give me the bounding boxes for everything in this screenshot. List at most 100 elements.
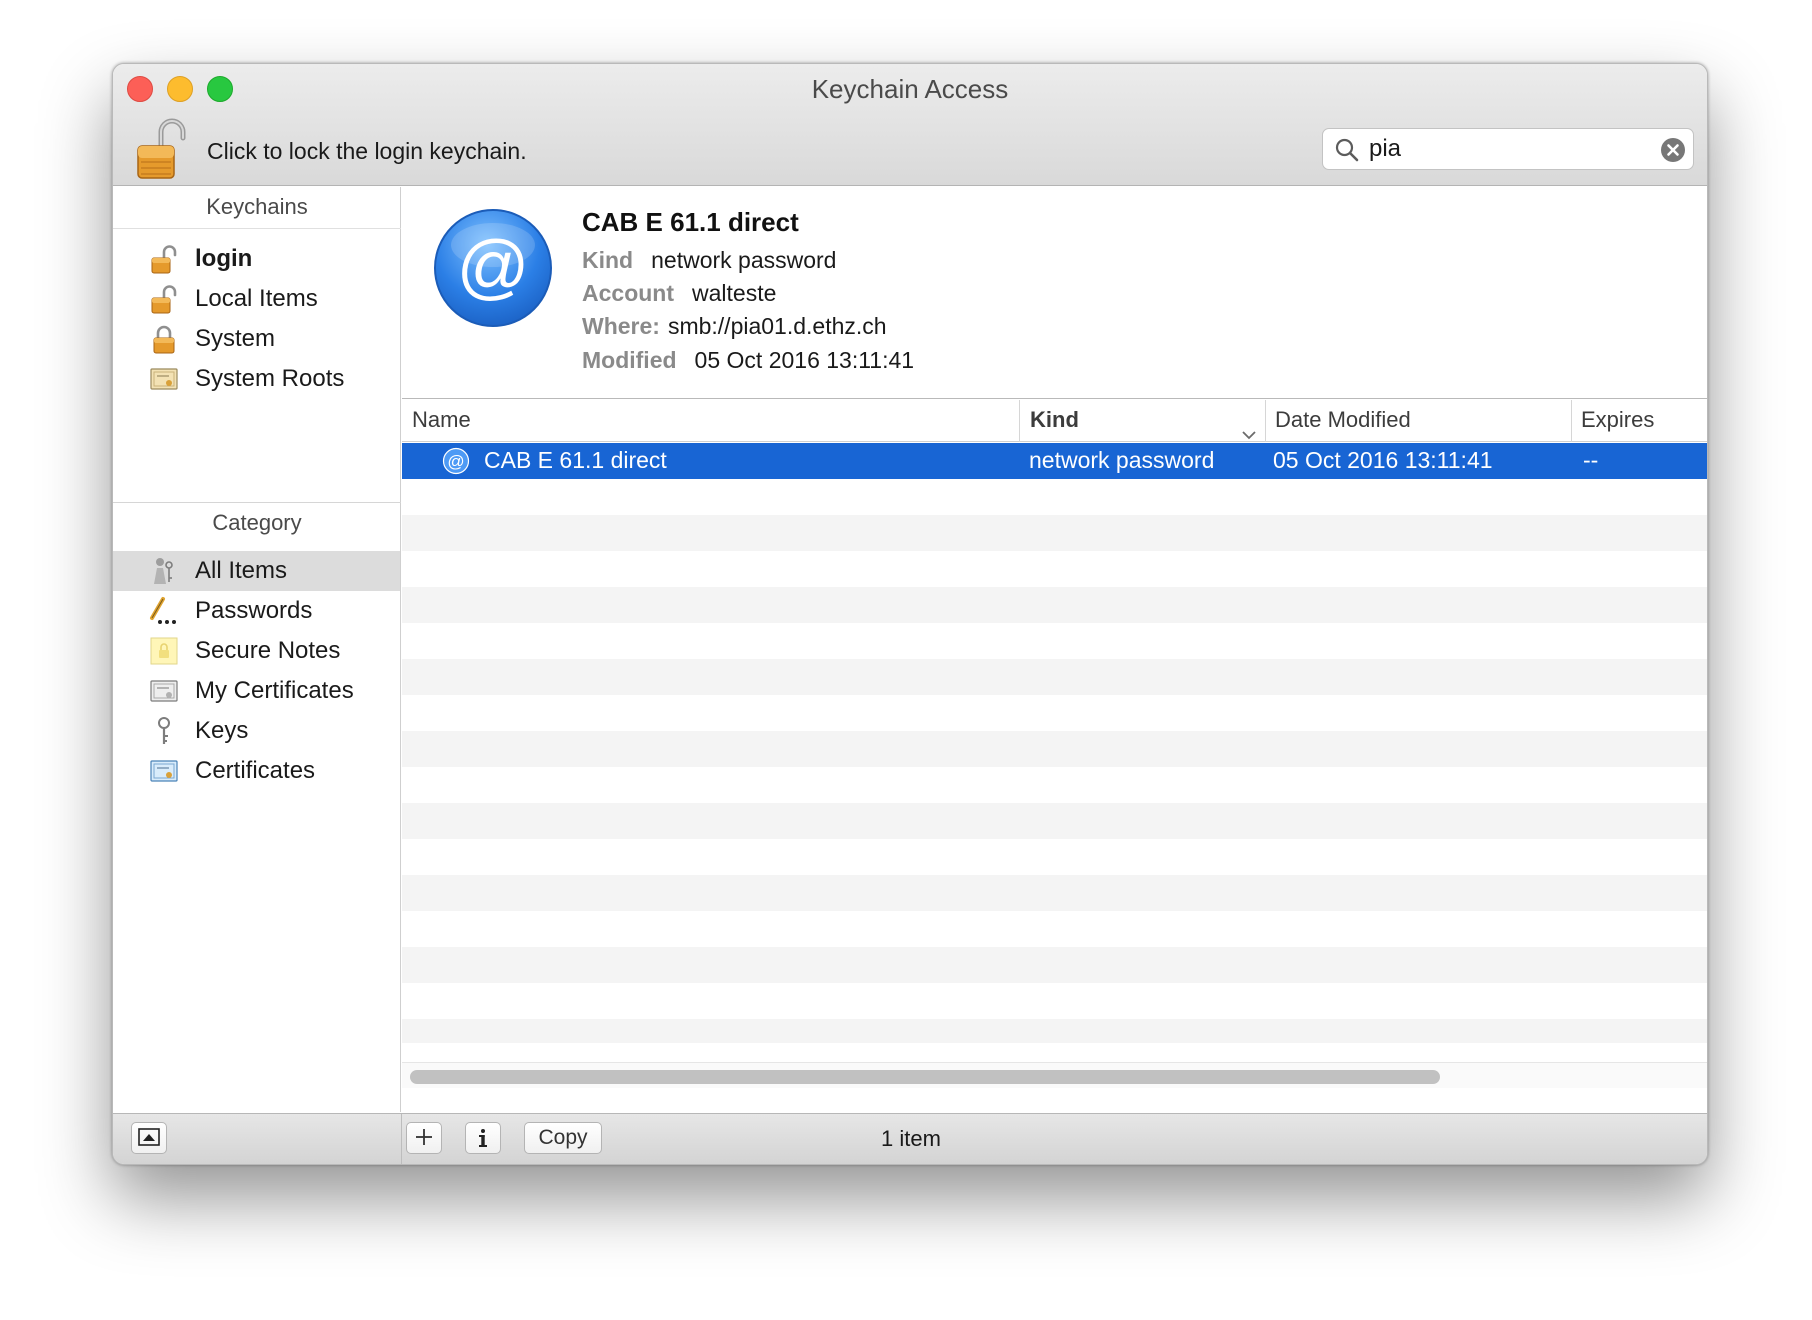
- sidebar: Keychains login Local Items System Syste…: [113, 187, 401, 1112]
- empty-row: [402, 911, 1707, 947]
- sidebar-item-label: Certificates: [195, 757, 316, 784]
- search-icon: [1334, 137, 1360, 163]
- add-item-button[interactable]: [406, 1122, 442, 1154]
- empty-row: [402, 587, 1707, 623]
- search-field[interactable]: [1322, 128, 1694, 170]
- detail-key: Kind: [582, 247, 634, 273]
- detail-kind-row: Kind network password: [582, 247, 836, 274]
- empty-row: [402, 695, 1707, 731]
- get-info-button[interactable]: [465, 1122, 501, 1154]
- empty-row: [402, 875, 1707, 911]
- detail-value: 05 Oct 2016 13:11:41: [694, 347, 915, 373]
- sidebar-item-system[interactable]: System: [113, 319, 400, 359]
- empty-row: [402, 947, 1707, 983]
- plus-icon: [415, 1128, 433, 1151]
- item-detail-pane: @ CAB E 61.1 direct Kind network password…: [402, 187, 1707, 399]
- detail-title: CAB E 61.1 direct: [582, 207, 799, 237]
- sidebar-item-keys[interactable]: Keys: [113, 711, 400, 751]
- empty-row: [402, 623, 1707, 659]
- toggle-sidebar-button[interactable]: [131, 1122, 167, 1154]
- at-sign-icon: @: [442, 447, 470, 475]
- empty-row: [402, 767, 1707, 803]
- empty-row: [402, 839, 1707, 875]
- detail-value: smb://pia01.d.ethz.ch: [667, 313, 887, 339]
- cell-expires: --: [1583, 447, 1599, 473]
- svg-text:@: @: [447, 452, 464, 471]
- keychains-header: Keychains: [113, 187, 401, 229]
- empty-row: [402, 515, 1707, 551]
- empty-row: [402, 731, 1707, 767]
- cell-kind: network password: [1029, 447, 1215, 473]
- pencil-password-icon: [149, 596, 179, 626]
- empty-row: [402, 479, 1707, 515]
- horizontal-scrollbar[interactable]: [402, 1062, 1707, 1088]
- sidebar-item-label: Passwords: [195, 597, 313, 624]
- keychain-access-window: Keychain Access Click to lock the login …: [112, 63, 1708, 1165]
- unlocked-padlock-icon: [149, 284, 179, 314]
- unlocked-padlock-icon: [149, 244, 179, 274]
- cell-name: CAB E 61.1 direct: [484, 447, 667, 473]
- table-row[interactable]: @ CAB E 61.1 direct network password 05 …: [402, 443, 1707, 479]
- sidebar-item-label: Keys: [195, 717, 249, 744]
- search-input[interactable]: [1369, 134, 1649, 164]
- cell-date-modified: 05 Oct 2016 13:11:41: [1273, 447, 1493, 473]
- sidebar-item-my-certificates[interactable]: My Certificates: [113, 671, 400, 711]
- sidebar-item-passwords[interactable]: Passwords: [113, 591, 400, 631]
- sidebar-item-local-items[interactable]: Local Items: [113, 279, 400, 319]
- sidebar-item-all-items[interactable]: All Items: [113, 551, 400, 591]
- column-header-date-modified[interactable]: Date Modified: [1267, 400, 1572, 442]
- horizontal-scrollbar-thumb[interactable]: [410, 1070, 1440, 1084]
- clear-search-icon[interactable]: [1660, 137, 1686, 163]
- column-header-kind[interactable]: Kind: [1021, 400, 1266, 442]
- sidebar-item-label: My Certificates: [195, 677, 354, 704]
- show-hide-sidebar-icon: [138, 1128, 160, 1151]
- empty-row: [402, 983, 1707, 1019]
- sidebar-item-label: login: [195, 245, 253, 272]
- detail-key: Modified: [582, 347, 677, 373]
- table-header: Name Kind Date Modified Expires: [402, 400, 1707, 442]
- sidebar-item-system-roots[interactable]: System Roots: [113, 359, 400, 399]
- keys-people-icon: [149, 556, 179, 586]
- window-title: Keychain Access: [811, 74, 1009, 104]
- category-header: Category: [212, 510, 302, 535]
- info-icon: [474, 1129, 492, 1153]
- empty-row: [402, 551, 1707, 587]
- empty-row: [402, 659, 1707, 695]
- detail-value: network password: [651, 247, 837, 273]
- column-header-label: Kind: [1030, 407, 1079, 432]
- detail-where-row: Where: smb://pia01.d.ethz.ch: [582, 313, 887, 340]
- lock-status-label[interactable]: Click to lock the login keychain.: [207, 138, 527, 165]
- sidebar-item-label: System: [195, 325, 276, 352]
- sidebar-item-label: System Roots: [195, 365, 345, 392]
- bottom-bar: Copy 1 item: [113, 1113, 1707, 1164]
- chevron-down-icon: [1241, 414, 1257, 440]
- item-count-status: 1 item: [881, 1126, 941, 1151]
- table-rows: @ CAB E 61.1 direct network password 05 …: [402, 443, 1707, 1043]
- sidebar-item-login[interactable]: login: [113, 239, 400, 279]
- detail-account-row: Account walteste: [582, 280, 776, 307]
- column-header-name[interactable]: Name: [402, 400, 1020, 442]
- secure-note-icon: [149, 636, 179, 666]
- unlocked-padlock-icon[interactable]: [135, 116, 187, 180]
- certificate-icon: [149, 756, 179, 786]
- empty-row: [402, 803, 1707, 839]
- detail-key: Where:: [582, 313, 660, 339]
- empty-row: [402, 1019, 1707, 1043]
- sidebar-item-label: Secure Notes: [195, 637, 341, 664]
- detail-key: Account: [582, 280, 674, 306]
- sidebar-item-certificates[interactable]: Certificates: [113, 751, 400, 791]
- sidebar-item-label: All Items: [195, 557, 288, 584]
- titlebar: Keychain Access Click to lock the login …: [113, 64, 1707, 186]
- column-header-expires[interactable]: Expires: [1573, 400, 1707, 442]
- svg-text:@: @: [456, 227, 529, 307]
- copy-button[interactable]: Copy: [524, 1122, 602, 1154]
- locked-padlock-icon: [149, 324, 179, 354]
- certificate-icon: [149, 364, 179, 394]
- at-sign-icon: @: [432, 207, 554, 329]
- detail-value: walteste: [692, 280, 777, 306]
- bottom-bar-divider: [401, 1114, 402, 1164]
- items-table: Name Kind Date Modified Expires @ CAB E …: [402, 400, 1707, 1112]
- key-icon: [149, 716, 179, 746]
- sidebar-item-label: Local Items: [195, 285, 318, 312]
- sidebar-item-secure-notes[interactable]: Secure Notes: [113, 631, 400, 671]
